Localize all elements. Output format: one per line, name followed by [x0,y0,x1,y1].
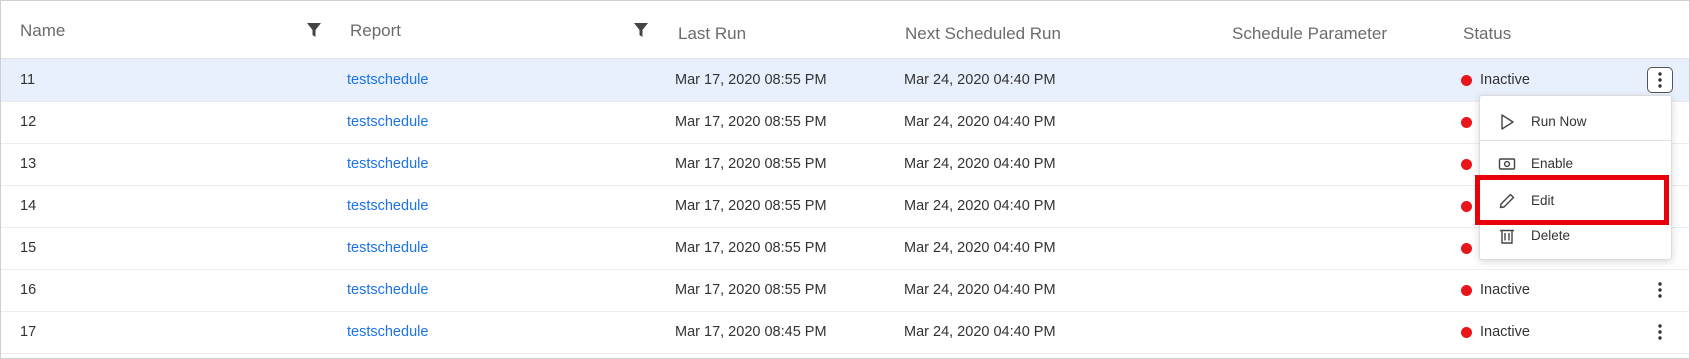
cell-next-run: Mar 24, 2020 04:40 PM [904,240,1056,256]
kebab-icon [1658,282,1662,298]
table-row[interactable]: 11 testschedule Mar 17, 2020 08:55 PM Mar 2… [1,59,1689,102]
column-header-next-run[interactable]: Next Scheduled Run [905,24,1061,44]
cell-name: 17 [20,324,37,340]
menu-item-run-now[interactable]: Run Now [1480,104,1671,138]
cell-next-run: Mar 24, 2020 04:40 PM [904,72,1056,88]
column-header-status[interactable]: Status [1463,24,1511,44]
status-indicator [1461,117,1472,128]
cell-next-run: Mar 24, 2020 04:40 PM [904,198,1056,214]
menu-divider [1480,140,1671,141]
kebab-icon [1658,324,1662,340]
column-header-last-run[interactable]: Last Run [678,24,746,44]
cell-status: Inactive [1480,324,1530,340]
column-header-name[interactable]: Name [20,21,65,41]
schedules-grid: Name Report Last Run Next Scheduled Run … [0,0,1690,359]
menu-item-enable[interactable]: Enable [1480,146,1671,180]
cell-next-run: Mar 24, 2020 04:40 PM [904,114,1056,130]
trash-icon [1500,229,1514,244]
table-row[interactable]: 13 testschedule Mar 17, 2020 08:55 PM Mar 2… [1,143,1689,186]
cell-last-run: Mar 17, 2020 08:55 PM [675,72,827,88]
table-row[interactable]: 12 testschedule Mar 17, 2020 08:55 PM Mar 2… [1,101,1689,144]
status-indicator [1461,75,1472,86]
filter-icon[interactable] [306,22,322,38]
grid-header: Name Report Last Run Next Scheduled Run … [1,1,1689,59]
status-indicator [1461,159,1472,170]
table-row[interactable]: 14 testschedule Mar 17, 2020 08:55 PM Mar 2… [1,185,1689,228]
cell-next-run: Mar 24, 2020 04:40 PM [904,324,1056,340]
status-indicator [1461,243,1472,254]
menu-item-label: Delete [1531,228,1571,243]
row-context-menu: Run Now Enable Edit Delete [1479,95,1672,260]
row-actions-button[interactable] [1647,319,1673,345]
menu-item-label: Enable [1531,156,1574,171]
cell-name: 16 [20,282,37,298]
status-indicator [1461,201,1472,212]
menu-item-label: Edit [1531,193,1555,208]
report-link[interactable]: testschedule [347,324,428,340]
menu-item-edit[interactable]: Edit [1480,183,1671,217]
cell-name: 12 [20,114,37,130]
report-link[interactable]: testschedule [347,156,428,172]
menu-item-delete[interactable]: Delete [1480,218,1671,252]
cell-last-run: Mar 17, 2020 08:55 PM [675,240,827,256]
status-indicator [1461,285,1472,296]
menu-item-label: Run Now [1531,114,1587,129]
report-link[interactable]: testschedule [347,240,428,256]
cell-name: 13 [20,156,37,172]
report-link[interactable]: testschedule [347,72,428,88]
play-icon [1501,114,1514,130]
cell-name: 11 [20,72,36,88]
cell-name: 14 [20,198,37,214]
cell-name: 15 [20,240,37,256]
cell-last-run: Mar 17, 2020 08:55 PM [675,114,827,130]
row-actions-button[interactable] [1647,67,1673,93]
report-link[interactable]: testschedule [347,114,428,130]
cell-status: Inactive [1480,72,1530,88]
cell-last-run: Mar 17, 2020 08:55 PM [675,198,827,214]
cell-status: Inactive [1480,282,1530,298]
cell-last-run: Mar 17, 2020 08:45 PM [675,324,827,340]
filter-icon[interactable] [633,22,649,38]
table-row[interactable]: 16 testschedule Mar 17, 2020 08:55 PM Mar 2… [1,269,1689,312]
report-link[interactable]: testschedule [347,198,428,214]
cell-last-run: Mar 17, 2020 08:55 PM [675,282,827,298]
row-actions-button[interactable] [1647,277,1673,303]
status-indicator [1461,327,1472,338]
table-row[interactable]: 17 testschedule Mar 17, 2020 08:45 PM Mar 2… [1,311,1689,354]
column-header-schedule-parameter[interactable]: Schedule Parameter [1232,24,1387,44]
column-header-report[interactable]: Report [350,21,401,41]
kebab-icon [1658,72,1662,88]
cell-next-run: Mar 24, 2020 04:40 PM [904,282,1056,298]
pencil-icon [1499,193,1515,209]
cell-next-run: Mar 24, 2020 04:40 PM [904,156,1056,172]
cell-last-run: Mar 17, 2020 08:55 PM [675,156,827,172]
camera-icon [1498,158,1516,170]
report-link[interactable]: testschedule [347,282,428,298]
table-row[interactable]: 15 testschedule Mar 17, 2020 08:55 PM Mar 2… [1,227,1689,270]
